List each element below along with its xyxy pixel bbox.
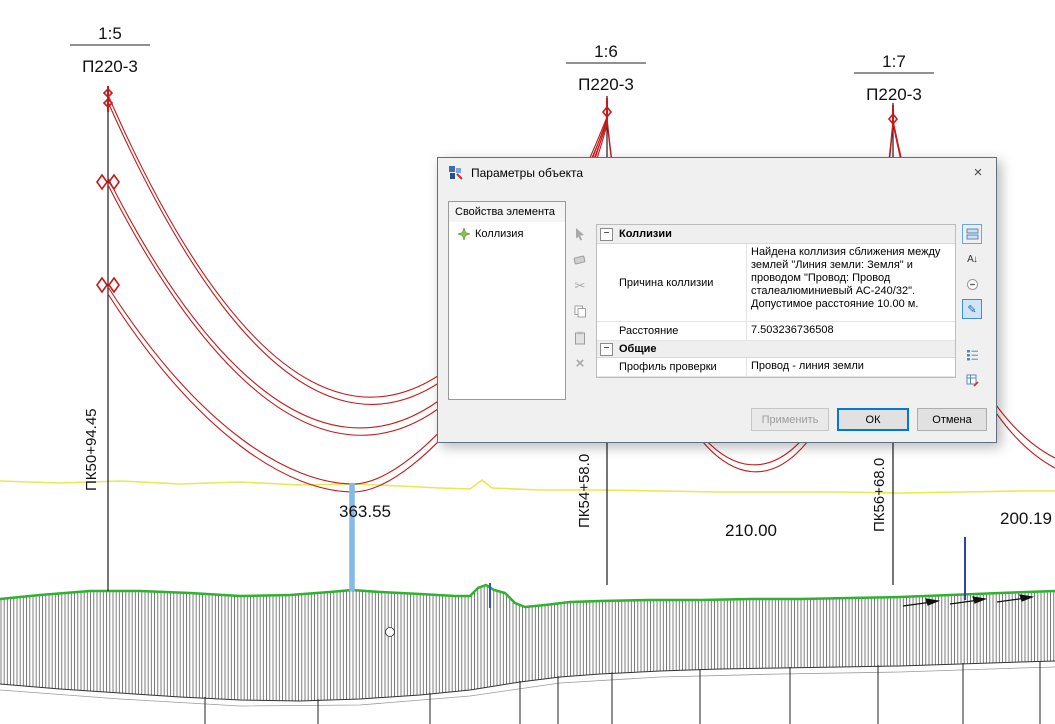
tree-item-label: Коллизия [475,228,523,240]
span-length-label-3: 200.19 [1000,509,1052,528]
delete-icon[interactable]: × [571,354,590,373]
dialog-titlebar[interactable]: Параметры объекта × [438,158,996,188]
eraser-icon[interactable] [571,250,590,269]
categorized-view-icon[interactable] [962,224,982,244]
collapse-icon[interactable]: − [600,343,613,356]
row-collision-reason: Причина коллизии Найдена коллизия сближе… [597,244,955,322]
edit-toolbar: ✂ × [568,224,592,380]
scissors-icon[interactable]: ✂ [571,276,590,295]
station-label-3: ПК56+68.0 [871,458,888,532]
copy-icon[interactable] [571,302,590,321]
check-profile-label: Профиль проверки [597,358,747,376]
grid-section-collisions[interactable]: − Коллизии [597,225,955,244]
grid-view-toolbar: А↓ ✎ [959,224,985,395]
row-distance: Расстояние 7.503236736508 [597,322,955,341]
row-check-profile: Профиль проверки Провод - линия земли [597,358,955,377]
dialog-title: Параметры объекта [471,166,583,180]
collapse-icon[interactable]: − [600,228,613,241]
span-length-label-1: 363.55 [339,502,391,521]
tab-element-properties[interactable]: Свойства элемента [448,201,566,222]
edit-property-icon[interactable]: ✎ [962,299,982,319]
span-length-label-2: 210.00 [725,521,777,540]
close-icon[interactable]: × [964,161,992,183]
collision-reason-label: Причина коллизии [597,244,747,321]
distance-value[interactable]: 7.503236736508 [747,322,955,340]
list-view-icon[interactable] [962,345,982,365]
tower-2-scale-label: 1:6 [594,42,618,61]
paste-icon[interactable] [571,328,590,347]
tower-3-scale-label: 1:7 [882,52,906,71]
tower-2-type-label: П220-3 [578,75,634,94]
tower-3-type-label: П220-3 [866,85,922,104]
ok-button[interactable]: ОК [837,408,909,431]
station-label-2: ПК54+58.0 [576,454,593,528]
app-icon [448,165,464,181]
grid-section-collisions-label: Коллизии [619,228,672,240]
station-label-1: ПК50+94.45 [83,409,100,492]
element-tree-panel: Коллизия [448,221,566,400]
grid-section-general-label: Общие [619,343,657,355]
lowered-profile-line [0,480,1055,493]
table-edit-icon[interactable] [962,370,982,390]
sort-az-icon[interactable]: А↓ [962,249,982,269]
band-point-marker [386,628,395,637]
distance-label: Расстояние [597,322,747,340]
tower-1-scale-label: 1:5 [98,24,122,43]
check-profile-value[interactable]: Провод - линия земли [747,358,955,376]
cancel-button[interactable]: Отмена [917,408,987,431]
apply-button[interactable]: Применить [751,408,829,431]
collision-icon [458,228,470,240]
grid-section-general[interactable]: − Общие [597,341,955,358]
remove-property-icon[interactable] [962,274,982,294]
tree-item-collision[interactable]: Коллизия [449,222,565,240]
tower-1-type-label: П220-3 [82,57,138,76]
property-grid: − Коллизии Причина коллизии Найдена колл… [596,224,956,378]
select-icon[interactable] [571,224,590,243]
terrain-hatch-band [0,585,1055,701]
collision-reason-value[interactable]: Найдена коллизия сближения между землей … [747,244,955,321]
object-parameters-dialog: Параметры объекта × Свойства элемента Ко… [437,157,997,443]
